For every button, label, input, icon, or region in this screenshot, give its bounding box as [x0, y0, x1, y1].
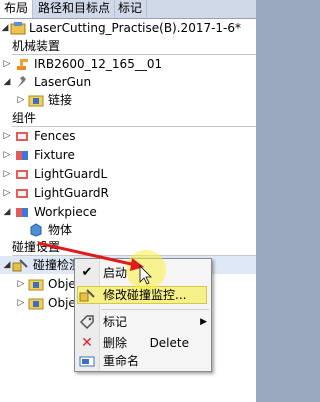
rename-icon	[79, 356, 95, 367]
collapse-toggle-icon[interactable]: ◢	[3, 256, 11, 274]
expand-toggle-icon[interactable]: ▷	[3, 127, 11, 145]
tool-label: LaserGun	[34, 75, 92, 89]
collision-set-icon	[12, 259, 28, 272]
object-label: Obje	[48, 277, 76, 291]
menu-item-label: 标记	[103, 315, 128, 329]
robot-label: IRB2600_12_165__01	[34, 57, 163, 71]
component-label: Fixture	[34, 148, 75, 162]
expand-toggle-icon[interactable]: ▷	[17, 275, 25, 293]
component-icon	[16, 208, 28, 217]
expand-toggle-icon[interactable]: ▷	[3, 165, 11, 183]
menu-item-shortcut: Delete	[149, 336, 189, 350]
menu-item-modify-collision[interactable]: 修改碰撞监控...	[75, 285, 211, 305]
submenu-arrow-icon: ▶	[200, 317, 207, 327]
expand-toggle-icon[interactable]: ▷	[3, 55, 11, 73]
robot-icon	[17, 59, 28, 70]
section-components: 组件	[12, 111, 257, 127]
menu-item-label: 启动	[103, 266, 128, 280]
tab-tags[interactable]: 标记	[114, 0, 148, 17]
expand-toggle-icon[interactable]: ▷	[17, 294, 25, 312]
collapse-toggle-icon[interactable]: ◢	[3, 73, 11, 91]
menu-item-label: 删除	[103, 336, 128, 350]
component-label: Fences	[34, 129, 76, 143]
component-icon	[16, 170, 28, 179]
tab-bar: 布局 路径和目标点 标记	[0, 0, 256, 19]
delete-x-icon: ✕	[81, 335, 93, 351]
menu-item-tag[interactable]: 标记 ▶	[75, 312, 211, 332]
link-folder-icon	[28, 95, 44, 107]
menu-item-activate[interactable]: ✔ 启动	[75, 263, 211, 283]
component-icon	[16, 151, 28, 160]
object-label: Obje	[48, 296, 76, 310]
tree-item-robot[interactable]: ▷ IRB2600_12_165__01	[0, 55, 256, 73]
checkmark-icon: ✔	[81, 265, 93, 280]
tab-layout[interactable]: 布局	[0, 0, 34, 18]
collision-edit-icon	[79, 289, 95, 302]
tool-icon	[17, 76, 26, 88]
station-icon	[10, 22, 26, 35]
expand-toggle-icon[interactable]: ▷	[17, 91, 25, 109]
component-label: Workpiece	[34, 205, 97, 219]
tree-item-workpiece[interactable]: ◢ Workpiece	[0, 203, 256, 221]
component-label: LightGuardL	[34, 167, 108, 181]
menu-item-rename[interactable]: 重命名	[75, 351, 211, 371]
section-mechanisms: 机械装置	[12, 39, 257, 55]
station-name: LaserCutting_Practise(B).2017-1-6*	[29, 21, 242, 35]
tree-item-fixture[interactable]: ▷ Fixture	[0, 146, 256, 164]
object-folder-icon	[28, 298, 44, 310]
component-icon	[16, 189, 28, 198]
menu-item-label: 修改碰撞监控...	[103, 288, 187, 302]
tab-paths-targets[interactable]: 路径和目标点	[34, 0, 116, 17]
object-folder-icon	[28, 279, 44, 291]
menu-separator	[101, 309, 209, 310]
collapse-toggle-icon[interactable]: ◢	[3, 203, 11, 221]
body-icon	[30, 223, 42, 237]
tree-item-lightguardr[interactable]: ▷ LightGuardR	[0, 184, 256, 202]
tree-item-tool[interactable]: ◢ LaserGun	[0, 73, 256, 91]
context-menu: ✔ 启动 修改碰撞监控... 标记 ▶ ✕ 删除 Delete 重命名	[74, 258, 212, 372]
expand-toggle-icon[interactable]: ▷	[3, 184, 11, 202]
tag-icon	[79, 315, 94, 329]
station-row[interactable]: ◢ LaserCutting_Practise(B).2017-1-6*	[0, 19, 256, 37]
menu-item-delete[interactable]: ✕ 删除 Delete	[75, 333, 211, 353]
section-collision: 碰撞设置	[12, 240, 257, 256]
component-label: LightGuardR	[34, 186, 109, 200]
tree-item-lightguardl[interactable]: ▷ LightGuardL	[0, 165, 256, 183]
component-icon	[16, 132, 28, 141]
expand-toggle-icon[interactable]: ▷	[3, 146, 11, 164]
tree-item-body[interactable]: 物体	[0, 221, 256, 239]
body-label: 物体	[48, 223, 73, 237]
tree-item-fences[interactable]: ▷ Fences	[0, 127, 256, 145]
menu-item-label: 重命名	[103, 354, 140, 368]
collapse-toggle-icon[interactable]: ◢	[1, 19, 9, 37]
tree-item-link[interactable]: ▷ 链接	[0, 91, 256, 109]
link-label: 链接	[48, 93, 73, 107]
layout-panel: 布局 路径和目标点 标记 ◢ LaserCutting_Practise(B).…	[0, 0, 257, 402]
